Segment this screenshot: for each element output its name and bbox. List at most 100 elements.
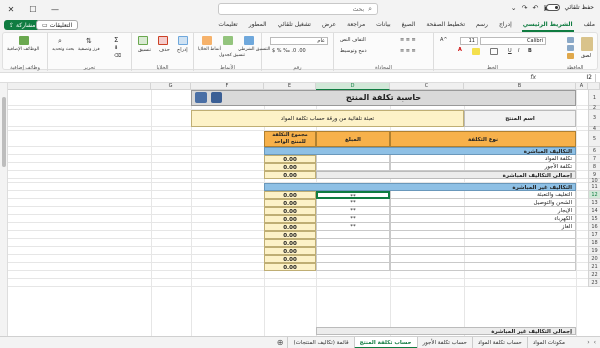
paste-icon[interactable] bbox=[581, 37, 593, 51]
autosum-icon[interactable]: Σ bbox=[114, 36, 118, 44]
conditional-format-icon[interactable] bbox=[244, 36, 254, 45]
search-input[interactable]: بحث ⌕ bbox=[218, 3, 378, 15]
ribbon-tab[interactable]: عرض bbox=[321, 18, 337, 32]
row-header[interactable]: 14 bbox=[588, 207, 600, 215]
row-header[interactable]: 8 bbox=[588, 163, 600, 171]
ribbon-tab[interactable]: رسم bbox=[475, 18, 489, 32]
row-header[interactable]: 5 bbox=[588, 131, 600, 147]
fill-icon[interactable]: ⬇ bbox=[114, 45, 118, 51]
format-painter-icon[interactable] bbox=[567, 53, 574, 59]
share-button[interactable]: ⇪ مشاركة bbox=[4, 20, 41, 30]
minimize-icon[interactable]: — bbox=[44, 0, 66, 18]
next-sheet-icon[interactable]: › bbox=[587, 337, 589, 348]
row-header[interactable]: 23 bbox=[588, 279, 600, 287]
cost-amount[interactable]: ** bbox=[316, 223, 390, 231]
row-header[interactable]: 11 bbox=[588, 183, 600, 191]
name-box[interactable]: I2 bbox=[552, 74, 596, 82]
worksheet[interactable]: A B C D E F G 1 2 3 4 5 6 7 8 9 10 11 12 13 14 15 16 17 18 19 20 21… bbox=[0, 83, 600, 336]
font-name-select[interactable]: Calibri bbox=[480, 37, 546, 45]
row-header[interactable]: 22 bbox=[588, 271, 600, 279]
row-header[interactable]: 7 bbox=[588, 155, 600, 163]
cost-amount[interactable]: ** bbox=[316, 215, 390, 223]
italic-icon[interactable]: I bbox=[518, 48, 519, 54]
wrap-text-button[interactable]: التفاف النص bbox=[340, 37, 366, 43]
row-header[interactable]: 19 bbox=[588, 247, 600, 255]
scrollbar-thumb[interactable] bbox=[2, 97, 6, 167]
column-header[interactable]: E bbox=[264, 83, 316, 90]
row-header[interactable]: 16 bbox=[588, 223, 600, 231]
number-format-icons[interactable]: $ % ‰ .0 .00 bbox=[272, 48, 306, 54]
borders-icon[interactable] bbox=[490, 48, 498, 55]
cost-amount[interactable] bbox=[316, 239, 390, 247]
comments-button[interactable]: ▭ التعليقات bbox=[36, 20, 79, 30]
ribbon-tab[interactable]: الصيغ bbox=[401, 18, 417, 32]
format-cells-icon[interactable] bbox=[138, 36, 148, 45]
cut-icon[interactable] bbox=[567, 37, 574, 43]
ribbon-tab[interactable]: الشريط الرئيسي bbox=[521, 18, 574, 32]
column-header[interactable]: D bbox=[316, 83, 390, 90]
ribbon-tab[interactable]: تشغيل تلقائي bbox=[277, 18, 312, 32]
row-header[interactable]: 1 bbox=[588, 90, 600, 106]
column-header[interactable]: C bbox=[390, 83, 464, 90]
align-lines-icon[interactable]: ≡ ≡ ≡ bbox=[400, 37, 416, 43]
customize-icon[interactable]: ⌄ bbox=[511, 4, 517, 12]
row-header[interactable]: 20 bbox=[588, 255, 600, 263]
font-size-select[interactable]: 11 bbox=[460, 37, 478, 45]
cost-amount[interactable] bbox=[316, 231, 390, 239]
vertical-scrollbar[interactable] bbox=[0, 83, 8, 336]
print-icon[interactable] bbox=[195, 92, 207, 103]
sheet-tab[interactable]: مكونات المواد bbox=[526, 337, 570, 348]
cost-amount[interactable] bbox=[316, 163, 390, 171]
ribbon-tab[interactable]: ملف bbox=[583, 18, 596, 32]
row-header[interactable]: 6 bbox=[588, 147, 600, 155]
font-color-icon[interactable]: A bbox=[458, 47, 462, 53]
column-header[interactable]: F bbox=[191, 83, 264, 90]
save-icon[interactable] bbox=[211, 92, 222, 103]
format-table-icon[interactable] bbox=[223, 36, 233, 45]
ribbon-tab[interactable]: تعليمات bbox=[217, 18, 238, 32]
select-all-corner[interactable] bbox=[588, 83, 600, 90]
merge-center-button[interactable]: دمج وتوسيط bbox=[340, 48, 367, 54]
row-header[interactable]: 18 bbox=[588, 239, 600, 247]
fill-color-icon[interactable] bbox=[472, 48, 480, 55]
addins-icon[interactable] bbox=[19, 36, 29, 45]
cost-amount[interactable] bbox=[316, 255, 390, 263]
row-header[interactable]: 17 bbox=[588, 231, 600, 239]
copy-icon[interactable] bbox=[567, 45, 574, 51]
font-grow-icon[interactable]: A^ bbox=[440, 37, 448, 43]
cost-amount[interactable] bbox=[316, 263, 390, 271]
cost-amount[interactable]: ** bbox=[316, 191, 390, 199]
ribbon-tab[interactable]: مراجعة bbox=[346, 18, 366, 32]
cost-amount[interactable] bbox=[316, 155, 390, 163]
cell-styles-icon[interactable] bbox=[202, 36, 212, 45]
maximize-icon[interactable]: ☐ bbox=[22, 0, 44, 18]
undo-icon[interactable]: ↶ bbox=[533, 4, 539, 12]
align-h-icon[interactable]: ≡ ≡ ≡ bbox=[400, 48, 416, 54]
sheet-tab[interactable]: حساب تكلفة المنتج bbox=[353, 337, 417, 348]
find-select-icon[interactable]: ⌕ bbox=[58, 37, 62, 46]
insert-cells-icon[interactable] bbox=[178, 36, 188, 45]
product-name-value[interactable]: تعبئة تلقائية من ورقة حساب تكلفة المواد bbox=[191, 110, 464, 127]
ribbon-tab[interactable]: إدراج bbox=[498, 18, 513, 32]
number-format-select[interactable]: عام bbox=[270, 37, 328, 45]
cost-amount[interactable] bbox=[316, 247, 390, 255]
sheet-tab[interactable]: حساب تكلفة الأجور bbox=[416, 337, 472, 348]
prev-sheet-icon[interactable]: ‹ bbox=[594, 337, 596, 348]
underline-icon[interactable]: U bbox=[508, 48, 512, 54]
cost-amount[interactable]: ** bbox=[316, 199, 390, 207]
sort-filter-icon[interactable]: ⇅ bbox=[86, 37, 92, 45]
column-header[interactable]: G bbox=[151, 83, 191, 90]
row-header[interactable]: 15 bbox=[588, 215, 600, 223]
redo-icon[interactable]: ↷ bbox=[522, 4, 528, 12]
row-header[interactable]: 13 bbox=[588, 199, 600, 207]
fx-label[interactable]: fx bbox=[530, 73, 536, 83]
ribbon-tab[interactable]: تخطيط الصفحة bbox=[425, 18, 466, 32]
row-header[interactable]: 21 bbox=[588, 263, 600, 271]
column-header[interactable]: B bbox=[464, 83, 576, 90]
sheet-tab[interactable]: حساب تكلفة المواد bbox=[471, 337, 527, 348]
ribbon-tab[interactable]: بيانات bbox=[375, 18, 391, 32]
ribbon-tab[interactable]: المطور bbox=[248, 18, 268, 32]
add-sheet-icon[interactable]: ⊕ bbox=[273, 337, 288, 348]
formula-input[interactable] bbox=[10, 73, 520, 83]
clear-icon[interactable]: ⌫ bbox=[114, 53, 121, 59]
